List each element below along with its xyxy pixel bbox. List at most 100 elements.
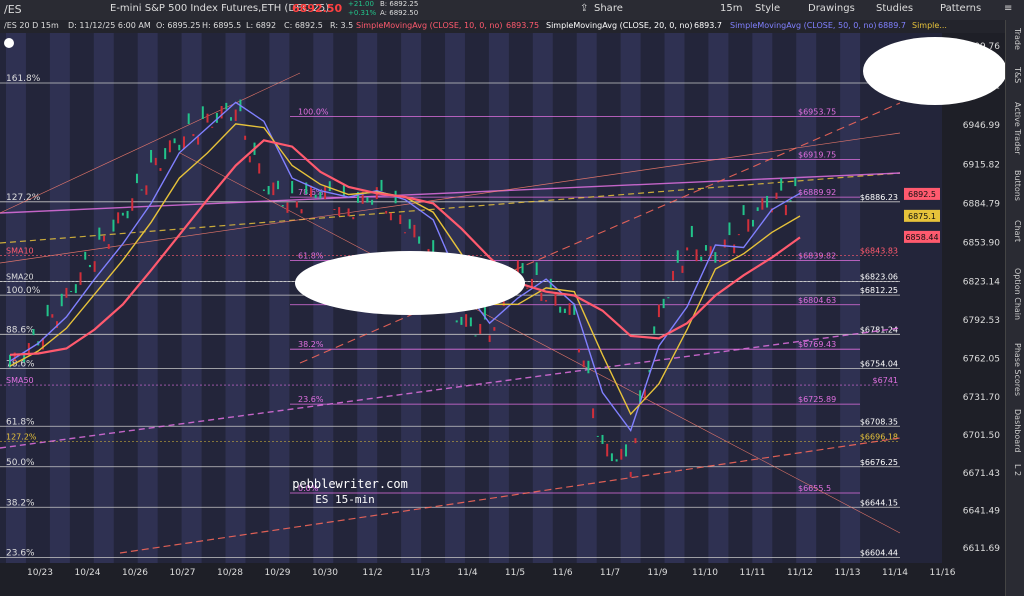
x-tick-label: 11/3 (410, 568, 430, 578)
side-tab-dashboard[interactable]: Dashboard (1008, 408, 1022, 454)
y-tick-label: 6915.82 (963, 160, 1000, 170)
session-band (620, 33, 641, 563)
candle (366, 197, 369, 203)
candle (747, 219, 750, 232)
colored-level-pct: SMA10 (6, 246, 34, 255)
side-tab-active-trader[interactable]: Active Trader (1008, 100, 1022, 156)
chart-title: pebblewriter.com (292, 477, 408, 491)
candle (300, 209, 303, 214)
high-readout: H: 6895.5 (202, 21, 242, 30)
candle (399, 214, 402, 225)
candle (277, 180, 280, 190)
price-chart[interactable]: 161.8%6980.35127.2%$6886.23$6823.06100.0… (0, 33, 1006, 596)
candle (756, 207, 759, 211)
x-tick-label: 11/6 (552, 568, 572, 578)
side-tab-buttons[interactable]: Buttons (1008, 160, 1022, 210)
candle (667, 297, 670, 299)
candle (234, 109, 237, 121)
side-tab-option-chain[interactable]: Option Chain (1008, 254, 1022, 334)
x-tick-label: 11/4 (457, 568, 477, 578)
top-bar: /ES E-mini S&P 500 Index Futures,ETH (DE… (0, 0, 1024, 21)
side-tab-t-s[interactable]: T&S (1008, 60, 1022, 90)
candle (150, 149, 153, 163)
patterns-button[interactable]: Patterns (940, 3, 981, 14)
white-level-pct: 23.6% (6, 548, 35, 558)
colored-level-price: $6843.83 (860, 246, 898, 255)
y-tick-label: 6884.79 (963, 200, 1000, 210)
candle (112, 219, 115, 232)
white-level-pct: 100.0% (6, 286, 41, 296)
y-tick-label: 6611.69 (963, 544, 1000, 554)
candle (347, 208, 350, 217)
session-band (137, 33, 158, 563)
candle (634, 438, 637, 444)
change-value: +21.00 (348, 0, 374, 8)
date-readout: D: 11/12/25 6:00 AM (68, 21, 151, 30)
symbol-field[interactable]: /ES (4, 3, 22, 16)
low-readout: L: 6892 (246, 21, 277, 30)
change-percent: +0.31% (348, 9, 377, 17)
candle (32, 329, 35, 336)
interval-selector[interactable]: 15m (720, 3, 742, 14)
x-tick-label: 11/11 (740, 568, 766, 578)
sma20-label[interactable]: SimpleMovingAvg (CLOSE, 20, 0, no) (546, 21, 693, 30)
session-band (49, 33, 70, 563)
last-price: 6892.50 (292, 2, 343, 15)
candle (606, 443, 609, 457)
session-band (93, 33, 114, 563)
candle (385, 210, 388, 214)
candle (70, 291, 73, 293)
candle (295, 201, 298, 208)
candle (728, 222, 731, 236)
candle (93, 261, 96, 272)
share-icon[interactable]: ⇪ (580, 3, 588, 14)
y-tick-label: 6823.14 (963, 277, 1000, 287)
candle (704, 245, 707, 251)
y-tick-label: 6762.05 (963, 355, 1000, 365)
candle (173, 138, 176, 144)
candle (794, 177, 797, 187)
drawings-button[interactable]: Drawings (808, 3, 855, 14)
candle (131, 198, 134, 211)
side-tab-trade[interactable]: Trade (1008, 24, 1022, 54)
y-tick-label: 6731.70 (963, 393, 1000, 403)
candle (493, 327, 496, 331)
white-level-pct: 61.8% (6, 417, 35, 427)
candle (51, 314, 54, 318)
sma10-label[interactable]: SimpleMovingAvg (CLOSE, 10, 0, no) (356, 21, 503, 30)
candle (719, 260, 722, 263)
x-tick-label: 11/16 (930, 568, 956, 578)
white-level-price: $6708.35 (860, 417, 898, 426)
candle (766, 195, 769, 208)
candle (690, 225, 693, 238)
x-tick-label: 10/26 (122, 568, 148, 578)
session-band (532, 33, 553, 563)
candle (535, 262, 538, 276)
candle (657, 304, 660, 318)
share-button[interactable]: Share (594, 3, 623, 14)
studies-button[interactable]: Studies (876, 3, 913, 14)
candle (262, 189, 265, 191)
side-tab-chart[interactable]: Chart (1008, 216, 1022, 246)
side-tab-l-2[interactable]: L 2 (1008, 458, 1022, 482)
white-level-pct: 50.0% (6, 458, 35, 468)
style-button[interactable]: Style (755, 3, 780, 14)
redaction-oval (295, 251, 525, 315)
side-tab-bar: Trade T&S Active Trader Buttons Chart Option … (1005, 20, 1024, 596)
session-band (181, 33, 202, 563)
x-tick-label: 11/14 (882, 568, 908, 578)
sma20-value: 6893.7 (694, 21, 722, 30)
candle (197, 136, 200, 145)
candle (676, 250, 679, 263)
menu-icon[interactable]: ≡ (1004, 3, 1012, 14)
x-tick-label: 11/12 (787, 568, 813, 578)
candle (121, 212, 124, 216)
candle (333, 209, 336, 211)
sma50-label[interactable]: SimpleMovingAvg (CLOSE, 50, 0, no) (730, 21, 877, 30)
more-studies-label[interactable]: Simple... (912, 21, 947, 30)
side-tab-phase-scores[interactable]: Phase Scores (1008, 340, 1022, 400)
candle (74, 284, 77, 294)
colored-level-pct: SMA20 (6, 273, 34, 282)
candle (371, 199, 374, 205)
alert-icon[interactable] (4, 38, 14, 48)
